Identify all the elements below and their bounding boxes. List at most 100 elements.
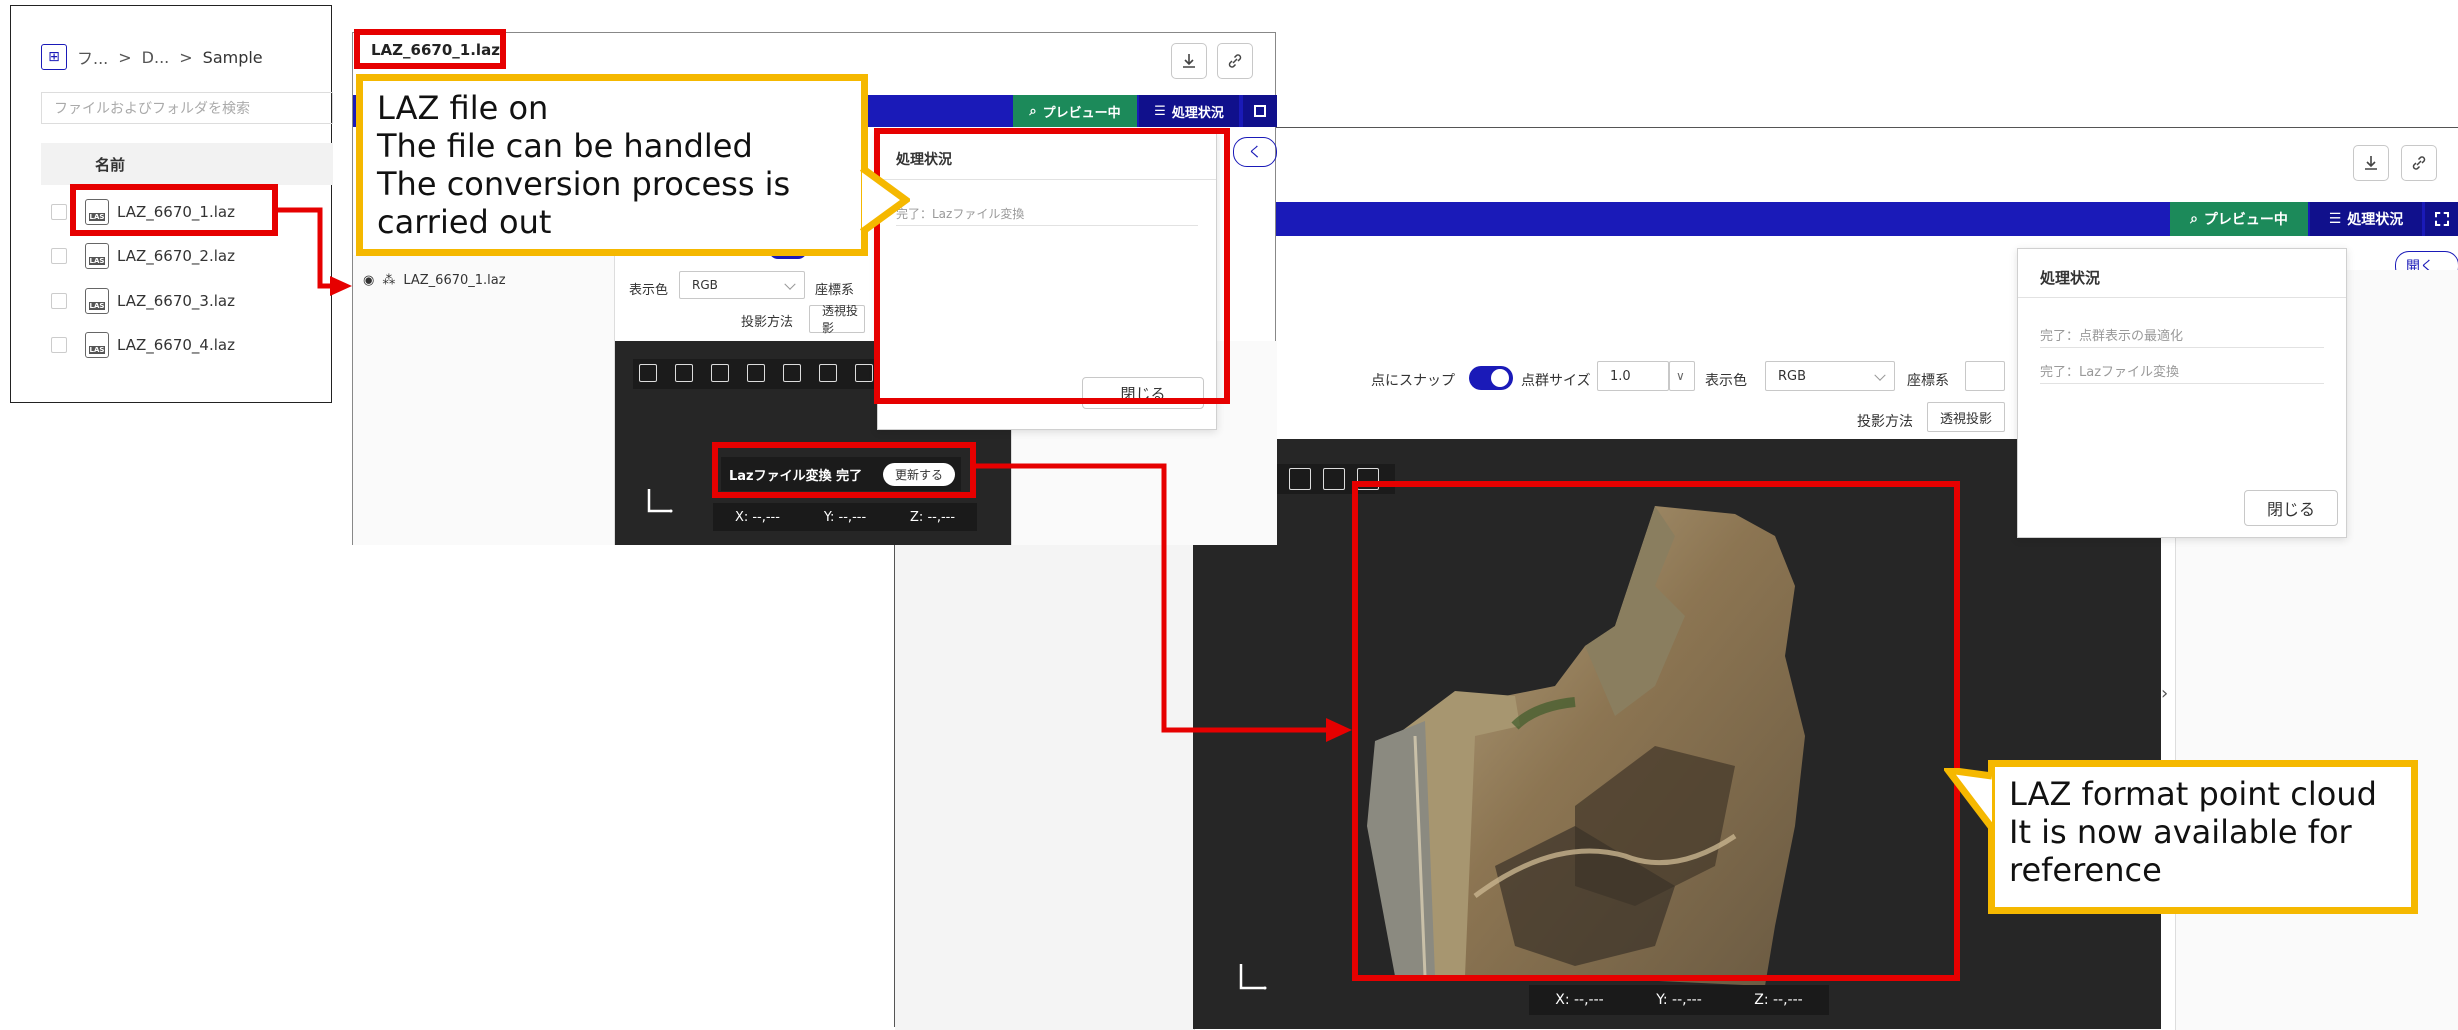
cube-front-icon[interactable] — [639, 364, 657, 382]
collapse-right-arrow[interactable]: › — [2161, 683, 2168, 704]
cube-top-icon[interactable] — [675, 364, 693, 382]
download-button[interactable] — [2353, 145, 2389, 181]
fullscreen-icon — [1254, 105, 1266, 117]
link-icon — [2412, 156, 2426, 170]
display-color-label: 表示色 — [629, 283, 669, 298]
coord-y: Y: --,--- — [1656, 992, 1702, 1008]
status-item: 完了：Lazファイル変換 — [2040, 365, 2180, 380]
axes-icon — [647, 489, 673, 513]
conversion-notice: Lazファイル変換 完了 更新する — [721, 457, 961, 491]
file-browser: ⊞ フ... > D... > Sample ファイルおよびフォルダを検索 名前… — [10, 5, 333, 403]
projection-label: 投影方法 — [1857, 414, 1913, 430]
coord-x: X: --,--- — [734, 509, 780, 525]
point-size-stepper[interactable]: ∨ — [1669, 361, 1695, 391]
coord-z: Z: --,--- — [910, 509, 956, 525]
display-color-label: 表示色 — [1705, 373, 1747, 389]
coord-x: X: --,--- — [1555, 992, 1604, 1008]
list-icon: ☰ — [1154, 103, 1166, 119]
cube-bottom-icon[interactable] — [855, 364, 873, 382]
row-checkbox[interactable] — [51, 204, 67, 220]
status-button[interactable]: ☰ 処理状況 — [2310, 202, 2422, 236]
download-button[interactable] — [1171, 43, 1207, 79]
point-cloud-render — [1367, 506, 1805, 986]
list-item[interactable]: LAS LAZ_6670_1.laz — [51, 192, 235, 232]
cube-iso-icon[interactable] — [783, 364, 801, 382]
display-color-select[interactable]: RGB — [679, 271, 805, 299]
coord-system-label: 座標系 — [815, 283, 855, 298]
breadcrumb-item[interactable]: Sample — [203, 48, 263, 67]
chevron-right-icon: > — [179, 47, 193, 67]
column-header: 名前 — [41, 143, 333, 185]
laz-file-icon: LAS — [85, 288, 109, 314]
snap-label: 点にスナップ — [1371, 373, 1455, 389]
fullscreen-button[interactable] — [2425, 202, 2458, 236]
breadcrumb-item[interactable]: D... — [142, 48, 170, 67]
cube-back-icon[interactable] — [819, 364, 837, 382]
chevron-down-icon: ∨ — [1676, 369, 1685, 383]
status-modal: 処理状況 完了：点群表示の最適化 完了：Lazファイル変換 閉じる — [2017, 248, 2347, 538]
link-button[interactable] — [2401, 145, 2437, 181]
cube-right-icon[interactable] — [1323, 468, 1345, 490]
chevron-right-icon: > — [118, 47, 132, 67]
point-size-select[interactable]: 1.0 — [1597, 361, 1669, 391]
status-modal-title: 処理状況 — [2040, 269, 2101, 287]
list-item[interactable]: LAS LAZ_6670_2.laz — [51, 236, 235, 276]
point-size-label: 点群サイズ — [1521, 373, 1591, 389]
fullscreen-icon — [2435, 212, 2449, 226]
coord-z: Z: --,--- — [1754, 992, 1803, 1008]
coord-system-label: 座標系 — [1907, 373, 1949, 389]
display-color-select[interactable]: RGB — [1765, 361, 1895, 391]
row-checkbox[interactable] — [51, 248, 67, 264]
breadcrumb-item[interactable]: フ... — [77, 45, 108, 69]
breadcrumb: ⊞ フ... > D... > Sample — [41, 44, 263, 70]
row-checkbox[interactable] — [51, 293, 67, 309]
list-item[interactable]: LAS LAZ_6670_3.laz — [51, 281, 235, 321]
status-modal-title: 処理状況 — [896, 152, 952, 168]
cube-side-icon[interactable] — [1289, 468, 1311, 490]
preview-icon: ⌕ — [1029, 103, 1037, 119]
callout-point-cloud: LAZ format point cloud It is now availab… — [1988, 760, 2418, 914]
snap-toggle[interactable] — [1469, 366, 1513, 390]
status-item: 完了：点群表示の最適化 — [2040, 329, 2184, 344]
cube-right-icon[interactable] — [747, 364, 765, 382]
projection-select[interactable]: 透視投影 — [1927, 402, 2005, 432]
list-item[interactable]: LAS LAZ_6670_4.laz — [51, 325, 235, 365]
tree-pane — [353, 255, 615, 545]
coordinate-readout: X: --,--- Y: --,--- Z: --,--- — [713, 503, 977, 531]
laz-file-icon: LAS — [85, 199, 109, 225]
projection-select[interactable]: 透視投影 — [809, 304, 865, 335]
refresh-button[interactable]: 更新する — [882, 462, 955, 486]
close-button[interactable]: 閉じる — [2244, 490, 2338, 526]
laz-file-icon: LAS — [85, 243, 109, 269]
row-checkbox[interactable] — [51, 337, 67, 353]
status-button[interactable]: ☰ 処理状況 — [1139, 95, 1239, 127]
projection-label: 投影方法 — [741, 315, 794, 330]
tree-item[interactable]: ◉ ⁂ LAZ_6670_1.laz — [363, 273, 506, 288]
link-icon — [1228, 54, 1242, 68]
download-icon — [2365, 156, 2377, 170]
laz-file-icon: LAS — [85, 332, 109, 358]
coord-y: Y: --,--- — [823, 509, 867, 525]
status-item: 完了：Lazファイル変換 — [896, 207, 1025, 221]
folder-tree-icon[interactable]: ⊞ — [41, 44, 67, 70]
axes-icon — [1239, 964, 1267, 990]
open-button[interactable]: く — [1233, 137, 1277, 167]
preview-button[interactable]: ⌕ プレビュー中 — [1013, 95, 1137, 127]
view-mode-toolbar — [633, 359, 879, 389]
eye-icon[interactable]: ◉ — [363, 273, 374, 288]
link-button[interactable] — [1217, 43, 1253, 79]
point-cloud-icon: ⁂ — [382, 273, 396, 288]
preview-button[interactable]: ⌕ プレビュー中 — [2170, 202, 2308, 236]
fullscreen-button[interactable] — [1243, 95, 1277, 127]
status-modal: 処理状況 完了：Lazファイル変換 閉じる — [877, 132, 1217, 430]
close-button[interactable]: 閉じる — [1082, 377, 1204, 409]
coordinate-readout: X: --,--- Y: --,--- Z: --,--- — [1529, 985, 1829, 1015]
preview-icon: ⌕ — [2190, 211, 2198, 227]
list-icon: ☰ — [2328, 211, 2342, 227]
search-input[interactable]: ファイルおよびフォルダを検索 — [41, 92, 333, 124]
download-icon — [1183, 54, 1195, 68]
callout-conversion: LAZ file on The file can be handled The … — [356, 74, 868, 256]
coord-system-select[interactable] — [1965, 361, 2005, 391]
cube-iso-icon[interactable] — [1357, 468, 1379, 490]
cube-side-icon[interactable] — [711, 364, 729, 382]
